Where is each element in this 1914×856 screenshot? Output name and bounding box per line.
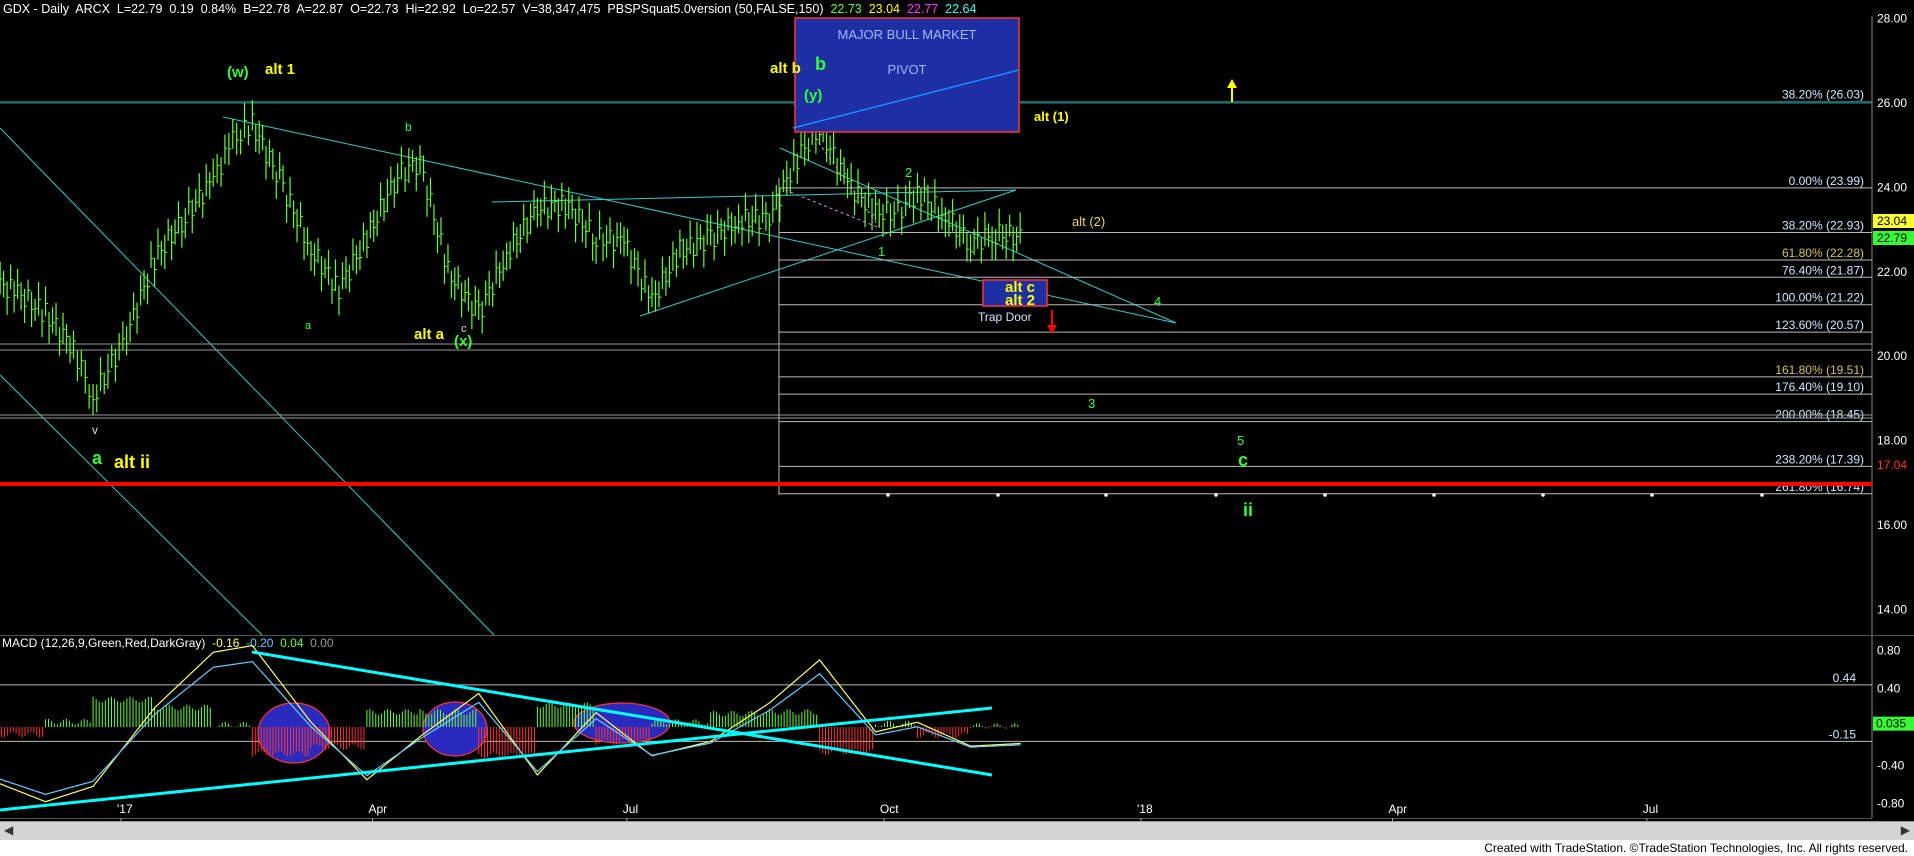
fib-level-label: 0.00% (23.99) xyxy=(1789,174,1864,188)
fib-dot xyxy=(1432,493,1436,497)
macd-level-label: 0.44 xyxy=(1833,671,1857,685)
y-tick-label: 24.00 xyxy=(1877,180,1907,194)
annotation-a_big: a xyxy=(92,448,103,468)
macd-y-tick-label: 0.80 xyxy=(1877,643,1901,657)
footer-bar: Created with TradeStation. ©TradeStation… xyxy=(0,840,1914,856)
annotation-y: (y) xyxy=(804,87,822,104)
pivot-box-line2: PIVOT xyxy=(887,62,926,77)
scroll-left-icon[interactable]: ◀ xyxy=(4,823,13,837)
fib-dot xyxy=(996,493,1000,497)
macd-level-label: -0.15 xyxy=(1829,727,1857,741)
y-tick-label: 14.00 xyxy=(1877,602,1907,616)
fib-dot xyxy=(1323,493,1327,497)
annotation-alt_1_paren: alt (1) xyxy=(1034,109,1069,124)
price-label: 22.79 xyxy=(1877,231,1907,245)
x-tick-label: Jul xyxy=(623,802,638,816)
macd-trendline xyxy=(251,650,993,777)
fib-level-label: 261.80% (16.74) xyxy=(1775,480,1864,494)
fib-level-label: 38.20% (26.03) xyxy=(1782,88,1864,102)
fib-dot xyxy=(1214,493,1218,497)
trend-line xyxy=(0,374,263,636)
price-label: 23.04 xyxy=(1877,214,1907,228)
annotation-five: 5 xyxy=(1237,433,1244,448)
scroll-right-icon[interactable]: ▶ xyxy=(1901,823,1910,837)
annotation-alt_a: alt a xyxy=(414,326,445,343)
y-tick-label: 22.00 xyxy=(1877,265,1907,279)
fib-level-label: 161.80% (19.51) xyxy=(1775,363,1864,377)
x-tick-label: Jul xyxy=(1643,802,1658,816)
annotation-two: 2 xyxy=(905,165,912,180)
annotation-alt_2_paren: alt (2) xyxy=(1072,214,1105,229)
y-tick-label: 20.00 xyxy=(1877,349,1907,363)
fib-level-label: 238.20% (17.39) xyxy=(1775,452,1864,466)
macd-signal-line xyxy=(0,660,1021,795)
x-tick-label: Apr xyxy=(1389,802,1408,816)
annotation-three: 3 xyxy=(1088,396,1095,411)
annotation-w: (w) xyxy=(227,64,249,81)
price-label: 17.04 xyxy=(1877,458,1907,472)
fib-dot xyxy=(1650,493,1654,497)
chart-canvas[interactable]: 28.00 26.00 24.00 22.00 20.00 18.00 16.00 14.00… xyxy=(0,0,1914,821)
fib-level-label: 123.60% (20.57) xyxy=(1775,318,1864,332)
up-arrow-icon xyxy=(1227,79,1237,88)
fib-level-label: 76.40% (21.87) xyxy=(1782,263,1864,277)
annotation-one: 1 xyxy=(878,244,885,259)
x-tick-label: Oct xyxy=(880,802,899,816)
y-tick-label: 28.00 xyxy=(1877,12,1907,26)
x-tick-label: Apr xyxy=(369,802,388,816)
y-tick-label: 16.00 xyxy=(1877,518,1907,532)
horizontal-scrollbar[interactable]: ◀ ▶ xyxy=(0,821,1914,840)
x-tick-label: '18 xyxy=(1137,802,1153,816)
annotation-x: (x) xyxy=(454,333,472,350)
fib-dot xyxy=(1104,493,1108,497)
annotation-a_left: a xyxy=(305,320,312,332)
trend-line xyxy=(0,127,495,636)
annotation-alt_b: alt b xyxy=(770,60,801,77)
annotation-alt_ii: alt ii xyxy=(114,452,150,472)
annotation-b_big: b xyxy=(815,54,826,74)
y-tick-label: 26.00 xyxy=(1877,96,1907,110)
annotation-c_big: c xyxy=(1238,450,1248,470)
macd-y-tick-label: -0.80 xyxy=(1877,797,1905,811)
x-tick-label: '17 xyxy=(117,802,133,816)
annotation-ii: ii xyxy=(1243,500,1253,520)
dashed-line xyxy=(784,189,881,229)
macd-ellipse xyxy=(257,702,331,764)
annotation-v: v xyxy=(92,423,98,437)
fib-dot xyxy=(1541,493,1545,497)
fib-dot xyxy=(886,493,890,497)
macd-price-label: 0.035 xyxy=(1876,717,1906,731)
macd-y-tick-label: 0.40 xyxy=(1877,682,1901,696)
annotation-four: 4 xyxy=(1154,294,1161,309)
annotation-b_top: b xyxy=(405,120,412,134)
dashed-line xyxy=(807,127,881,229)
fib-dot xyxy=(1760,493,1764,497)
down-arrow-icon xyxy=(1047,325,1057,334)
macd-y-tick-label: -0.40 xyxy=(1877,758,1905,772)
macd-line xyxy=(0,644,1021,803)
trap-box-line2: alt 2 xyxy=(1005,292,1035,309)
annotation-trap_door: Trap Door xyxy=(978,310,1032,324)
y-tick-label: 18.00 xyxy=(1877,434,1907,448)
annotation-alt1: alt 1 xyxy=(265,61,295,78)
fib-level-label: 176.40% (19.10) xyxy=(1775,380,1864,394)
copyright-text: Created with TradeStation. ©TradeStation… xyxy=(1484,841,1908,855)
fib-level-label: 61.80% (22.28) xyxy=(1782,246,1864,260)
pivot-box-line1: MAJOR BULL MARKET xyxy=(838,27,977,42)
fib-level-label: 38.20% (22.93) xyxy=(1782,219,1864,233)
fib-level-label: 100.00% (21.22) xyxy=(1775,291,1864,305)
